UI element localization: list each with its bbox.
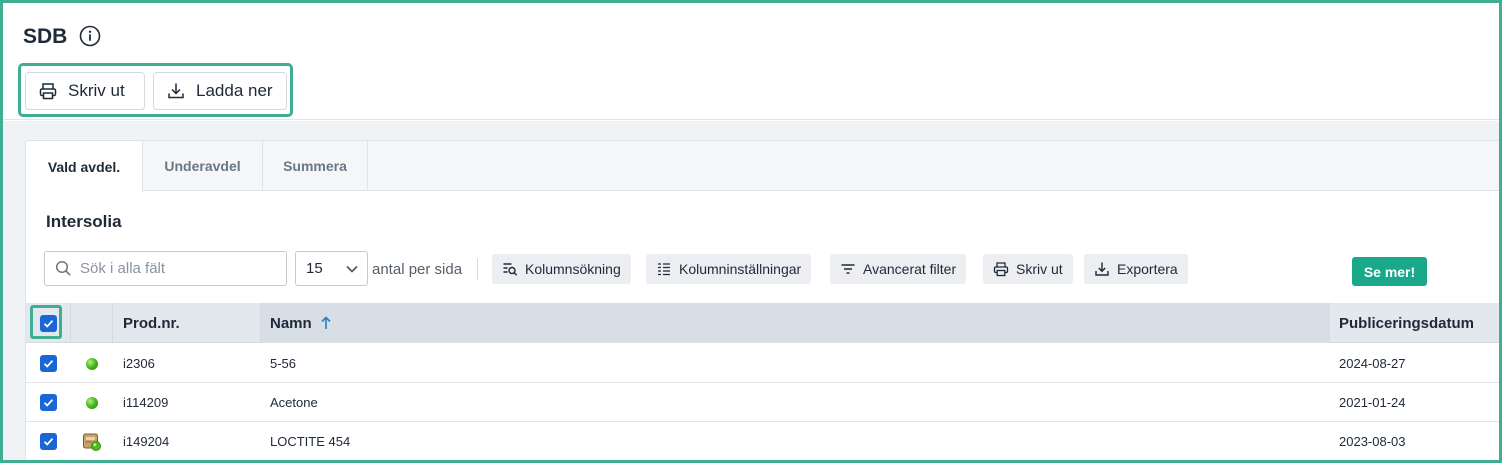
toolbar-print-button[interactable]: Skriv ut: [983, 254, 1073, 284]
table-header: Prod.nr. Namn Publiceringsdatum: [26, 303, 1499, 343]
download-icon: [168, 83, 184, 99]
header-status: [71, 303, 113, 343]
advanced-filter-label: Avancerat filter: [863, 261, 957, 277]
search-field[interactable]: [44, 251, 287, 286]
select-all-highlight: [30, 305, 62, 339]
filter-icon: [841, 264, 855, 274]
app-frame: SDB Skriv ut Ladda ner Vald avdel. Under…: [0, 0, 1502, 463]
page-header: SDB Skriv ut Ladda ner: [3, 3, 1499, 120]
tab-underavdel[interactable]: Underavdel: [143, 141, 263, 191]
column-search-icon: [503, 263, 518, 276]
column-settings-icon: [658, 263, 670, 276]
download-button[interactable]: Ladda ner: [153, 72, 287, 110]
package-green-icon: [83, 433, 101, 451]
print-button[interactable]: Skriv ut: [25, 72, 145, 110]
row-prod-nr: i114209: [123, 395, 169, 410]
row-published: 2021-01-24: [1339, 395, 1406, 410]
sort-ascending-icon: [321, 316, 331, 329]
download-button-label: Ladda ner: [196, 81, 273, 100]
green-dot-icon: [86, 396, 98, 409]
tab-vald-avdel[interactable]: Vald avdel.: [26, 141, 143, 192]
tab-summera[interactable]: Summera: [263, 141, 368, 191]
per-page-label: antal per sida: [372, 261, 463, 278]
header-prod-nr[interactable]: Prod.nr.: [113, 303, 261, 343]
row-select-cell[interactable]: [26, 383, 71, 422]
header-publiceringsdatum-label: Publiceringsdatum: [1339, 314, 1475, 332]
printer-icon: [39, 83, 57, 100]
chevron-down-icon: [346, 265, 358, 273]
row-status-cell: [71, 383, 113, 422]
tab-label: Underavdel: [164, 158, 241, 174]
row-name[interactable]: LOCTITE 454: [270, 422, 350, 460]
per-page-value: 15: [306, 260, 323, 277]
search-input[interactable]: [80, 260, 280, 277]
section-title: Intersolia: [46, 212, 122, 231]
row-status-cell: [71, 344, 113, 383]
advanced-filter-button[interactable]: Avancerat filter: [830, 254, 967, 284]
table-row[interactable]: i149204 LOCTITE 454 2023-08-03: [26, 422, 1499, 460]
tab-label: Vald avdel.: [47, 158, 121, 175]
page-title: SDB: [23, 25, 68, 48]
checkmark-icon: [43, 399, 54, 407]
row-select-cell[interactable]: [26, 344, 71, 383]
row-name[interactable]: 5-56: [270, 344, 296, 383]
column-search-button[interactable]: Kolumnsökning: [492, 254, 631, 284]
toolbar-print-label: Skriv ut: [1016, 261, 1063, 277]
tab-label: Summera: [283, 158, 347, 174]
header-publiceringsdatum[interactable]: Publiceringsdatum: [1330, 303, 1499, 343]
export-icon: [1095, 262, 1109, 276]
table-row[interactable]: i2306 5-56 2024-08-27: [26, 344, 1499, 383]
row-status-cell: [71, 422, 113, 460]
header-select-all[interactable]: [26, 303, 71, 343]
column-search-label: Kolumnsökning: [525, 261, 621, 277]
row-published: 2023-08-03: [1339, 434, 1406, 449]
see-more-button[interactable]: Se mer!: [1352, 257, 1427, 286]
row-checkbox[interactable]: [40, 433, 57, 450]
checkmark-icon: [43, 438, 54, 446]
row-name[interactable]: Acetone: [270, 383, 318, 422]
row-checkbox[interactable]: [40, 394, 57, 411]
row-prod-nr: i149204: [123, 434, 170, 449]
toolbar-divider: [477, 258, 478, 280]
column-settings-label: Kolumninställningar: [679, 261, 802, 277]
row-prod-nr: i2306: [123, 356, 155, 371]
row-checkbox[interactable]: [40, 355, 57, 372]
checkmark-icon: [43, 360, 54, 368]
header-namn[interactable]: Namn: [261, 303, 1330, 343]
search-icon: [55, 260, 71, 276]
print-button-label: Skriv ut: [68, 81, 125, 100]
green-dot-icon: [86, 357, 98, 370]
row-select-cell[interactable]: [26, 422, 71, 460]
tab-bar: Vald avdel. Underavdel Summera: [26, 141, 1499, 192]
row-published: 2024-08-27: [1339, 356, 1406, 371]
printer-icon: [993, 262, 1009, 277]
header-prod-nr-label: Prod.nr.: [123, 314, 180, 332]
info-icon[interactable]: [79, 25, 101, 47]
header-namn-label: Namn: [270, 314, 312, 332]
per-page-select[interactable]: 15: [295, 251, 368, 286]
export-label: Exportera: [1117, 261, 1178, 277]
export-button[interactable]: Exportera: [1084, 254, 1188, 284]
content-card: Vald avdel. Underavdel Summera Intersoli…: [25, 140, 1499, 460]
column-settings-button[interactable]: Kolumninställningar: [646, 254, 812, 284]
table-row[interactable]: i114209 Acetone 2021-01-24: [26, 383, 1499, 422]
